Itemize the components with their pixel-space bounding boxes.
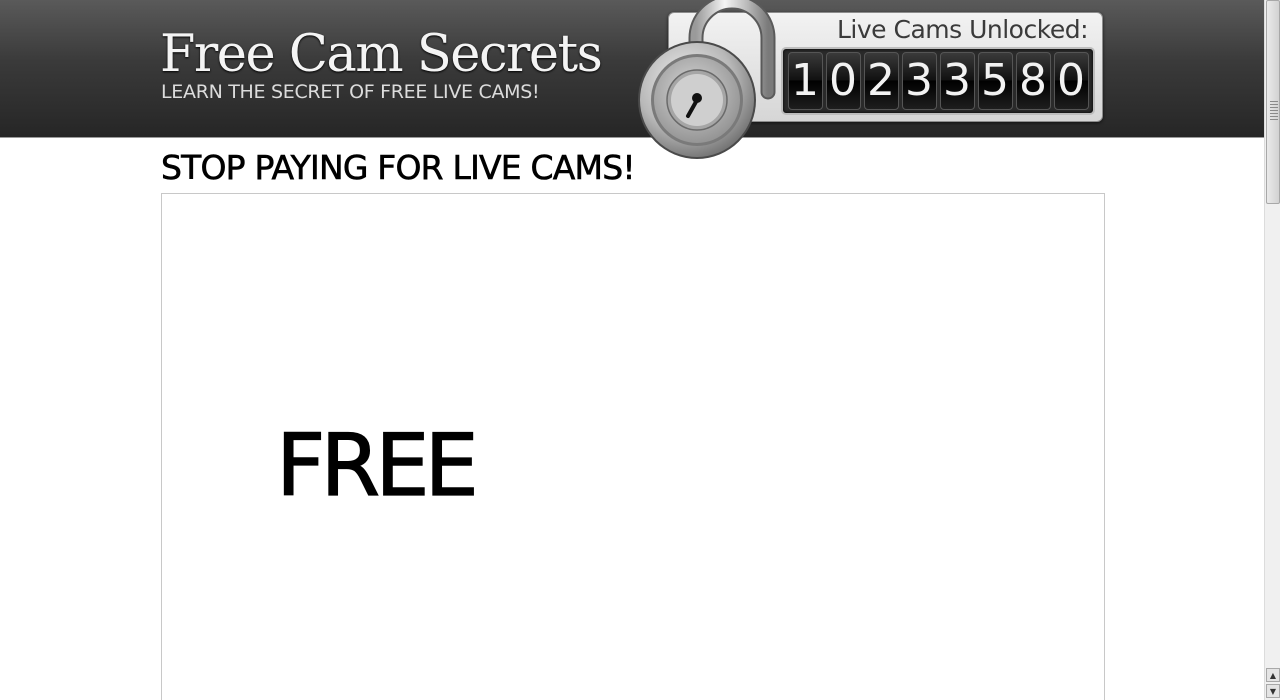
- counter-digit: 0: [1053, 52, 1089, 110]
- free-banner-text[interactable]: FREE: [275, 415, 479, 516]
- site-title[interactable]: Free Cam Secrets: [160, 26, 603, 84]
- odometer: 1 0 2 3 3 5 8 0: [781, 47, 1095, 115]
- content-panel: FREE: [161, 193, 1105, 700]
- grip-icon: [1270, 101, 1278, 121]
- counter-digit: 3: [939, 52, 975, 110]
- page-headline: STOP PAYING FOR LIVE CAMS!: [161, 148, 636, 188]
- scrollbar-thumb[interactable]: [1266, 0, 1280, 204]
- scroll-down-arrow-icon[interactable]: ▼: [1266, 684, 1280, 698]
- counter-label: Live Cams Unlocked:: [837, 15, 1089, 44]
- counter-digit: 8: [1015, 52, 1051, 110]
- site-tagline: LEARN THE SECRET OF FREE LIVE CAMS!: [161, 81, 540, 103]
- counter-digit: 3: [901, 52, 937, 110]
- scroll-up-arrow-icon[interactable]: ▲: [1266, 668, 1280, 682]
- counter-digit: 5: [977, 52, 1013, 110]
- counter-digit: 1: [787, 52, 823, 110]
- counter-digit: 2: [863, 52, 899, 110]
- vertical-scrollbar[interactable]: ▲ ▼: [1264, 0, 1280, 700]
- counter-digit: 0: [825, 52, 861, 110]
- padlock-icon: [638, 0, 776, 159]
- site-header: Free Cam Secrets LEARN THE SECRET OF FRE…: [0, 0, 1264, 138]
